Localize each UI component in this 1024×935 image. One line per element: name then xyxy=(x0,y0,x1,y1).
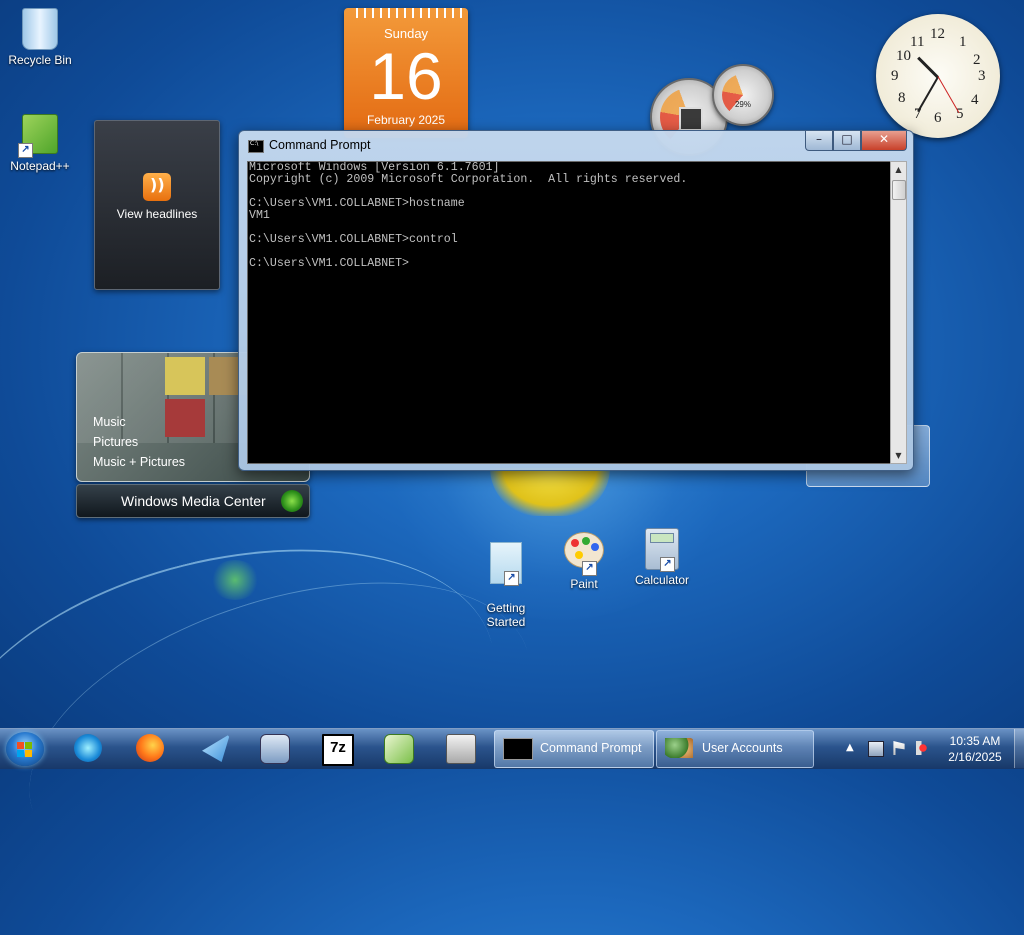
shortcut-arrow-icon: ↗ xyxy=(504,571,519,586)
clock-numeral: 10 xyxy=(896,48,911,64)
media-item-pictures[interactable]: Pictures xyxy=(93,435,138,449)
show-hidden-icons-chevron-icon[interactable]: ▲ xyxy=(846,741,860,755)
desktop-icon-getting-started[interactable]: ↗ Getting Started xyxy=(466,528,546,643)
clock-numeral: 9 xyxy=(891,68,899,84)
7zip-icon: 7z xyxy=(322,734,354,766)
taskbar-pin-firefox[interactable] xyxy=(128,732,172,766)
taskbar-task-user-accounts[interactable]: User Accounts xyxy=(656,730,814,768)
scroll-down-arrow-icon[interactable]: ▼ xyxy=(891,448,906,463)
close-button[interactable]: ✕ xyxy=(861,131,907,151)
taskbar-pin-network[interactable] xyxy=(252,732,296,766)
taskbar-pin-printer[interactable] xyxy=(438,732,482,766)
task-label: Command Prompt xyxy=(540,741,642,755)
scroll-thumb[interactable] xyxy=(892,180,906,200)
user-accounts-icon xyxy=(665,738,693,758)
cpu-chip-icon xyxy=(679,107,703,131)
window-controls: – □ ✕ xyxy=(805,131,907,151)
media-thumbnail xyxy=(165,357,205,395)
taskbar-pin-notepadpp[interactable] xyxy=(376,732,420,766)
recycle-bin-icon xyxy=(22,8,58,50)
internet-explorer-icon xyxy=(74,734,102,762)
clock-numeral: 4 xyxy=(971,92,979,108)
clock-numeral: 12 xyxy=(930,26,945,42)
clock-gadget[interactable]: 12 1 2 3 4 5 6 7 8 9 10 11 xyxy=(876,14,1000,138)
clock-numeral: 8 xyxy=(898,90,906,106)
media-center-title: Windows Media Center xyxy=(121,493,266,509)
minimize-button[interactable]: – xyxy=(805,131,833,151)
console-output[interactable]: Microsoft Windows [Version 6.1.7601] Cop… xyxy=(247,161,891,464)
clock-hour-hand xyxy=(917,56,940,79)
clock-minute-hand xyxy=(917,76,939,113)
firefox-icon xyxy=(136,734,164,762)
memory-meter-gauge[interactable]: 29% xyxy=(712,64,774,126)
memory-percent: 29% xyxy=(734,100,751,109)
volume-muted-icon[interactable] xyxy=(916,741,930,755)
clock-time: 10:35 AM xyxy=(949,734,1001,748)
calendar-month: February 2025 xyxy=(366,113,446,127)
printer-icon xyxy=(446,734,476,764)
taskbar-clock[interactable]: 10:35 AM 2/16/2025 xyxy=(940,733,1010,765)
cmd-icon xyxy=(248,140,264,153)
windows-media-center-logo-icon xyxy=(281,490,303,512)
notepadpp-icon xyxy=(384,734,414,764)
media-thumbnail xyxy=(165,399,205,437)
gauge-arc xyxy=(722,74,764,116)
desktop-icon-label: Notepad++ xyxy=(10,159,70,173)
scroll-up-arrow-icon[interactable]: ▲ xyxy=(891,162,906,177)
calendar-rings xyxy=(350,8,462,18)
calendar-gadget[interactable]: Sunday 16 February 2025 xyxy=(344,8,468,138)
clock-numeral: 11 xyxy=(910,34,925,50)
mail-send-icon xyxy=(202,734,230,762)
vertical-scrollbar[interactable]: ▲ ▼ xyxy=(890,161,907,464)
desktop-icon-label: Getting Started xyxy=(486,601,526,629)
clock-numeral: 6 xyxy=(934,110,942,126)
taskbar-pin-mail[interactable] xyxy=(194,732,238,766)
network-tray-icon[interactable] xyxy=(868,741,884,757)
shortcut-arrow-icon: ↗ xyxy=(582,561,597,576)
feed-view-headlines[interactable]: View headlines xyxy=(95,207,219,221)
taskbar-pin-7zip[interactable]: 7z xyxy=(314,732,358,766)
media-item-music-pictures[interactable]: Music + Pictures xyxy=(93,455,185,469)
desktop-icon-recycle-bin[interactable]: Recycle Bin xyxy=(0,8,80,67)
shortcut-arrow-icon: ↗ xyxy=(18,143,33,158)
taskbar-pin-ie[interactable] xyxy=(66,732,110,766)
taskbar-task-command-prompt[interactable]: Command Prompt xyxy=(494,730,654,768)
clock-numeral: 3 xyxy=(978,68,986,84)
desktop-icon-label: Recycle Bin xyxy=(8,53,72,67)
clock-second-hand xyxy=(937,76,960,114)
clock-numeral: 2 xyxy=(973,52,981,68)
desktop-icon-label: Paint xyxy=(570,577,598,591)
maximize-button[interactable]: □ xyxy=(833,131,861,151)
command-prompt-window[interactable]: Command Prompt – □ ✕ Microsoft Windows [… xyxy=(238,130,914,471)
desktop-icon-calculator[interactable]: ↗ Calculator xyxy=(622,528,702,587)
cmd-icon xyxy=(503,738,533,760)
console-text: Microsoft Windows [Version 6.1.7601] Cop… xyxy=(249,161,688,270)
shortcut-arrow-icon: ↗ xyxy=(660,557,675,572)
window-title: Command Prompt xyxy=(269,138,371,152)
desktop-icon-notepadpp[interactable]: ↗ Notepad++ xyxy=(0,114,80,173)
rss-feed-icon xyxy=(143,173,171,201)
show-desktop-button[interactable] xyxy=(1014,729,1024,768)
start-button[interactable] xyxy=(6,732,44,766)
desktop-icon-label: Calculator xyxy=(634,573,690,587)
feed-headlines-gadget[interactable]: View headlines xyxy=(94,120,220,290)
calendar-day: 16 xyxy=(369,39,443,113)
media-item-music[interactable]: Music xyxy=(93,415,126,429)
clock-date: 2/16/2025 xyxy=(948,750,1002,764)
wallpaper-leaf xyxy=(210,560,260,600)
desktop-icon-paint[interactable]: ↗ Paint xyxy=(544,528,624,591)
network-computer-icon xyxy=(260,734,290,764)
media-center-launch-bar[interactable]: Windows Media Center xyxy=(76,484,310,518)
task-label: User Accounts xyxy=(702,741,783,755)
clock-numeral: 1 xyxy=(959,34,967,50)
